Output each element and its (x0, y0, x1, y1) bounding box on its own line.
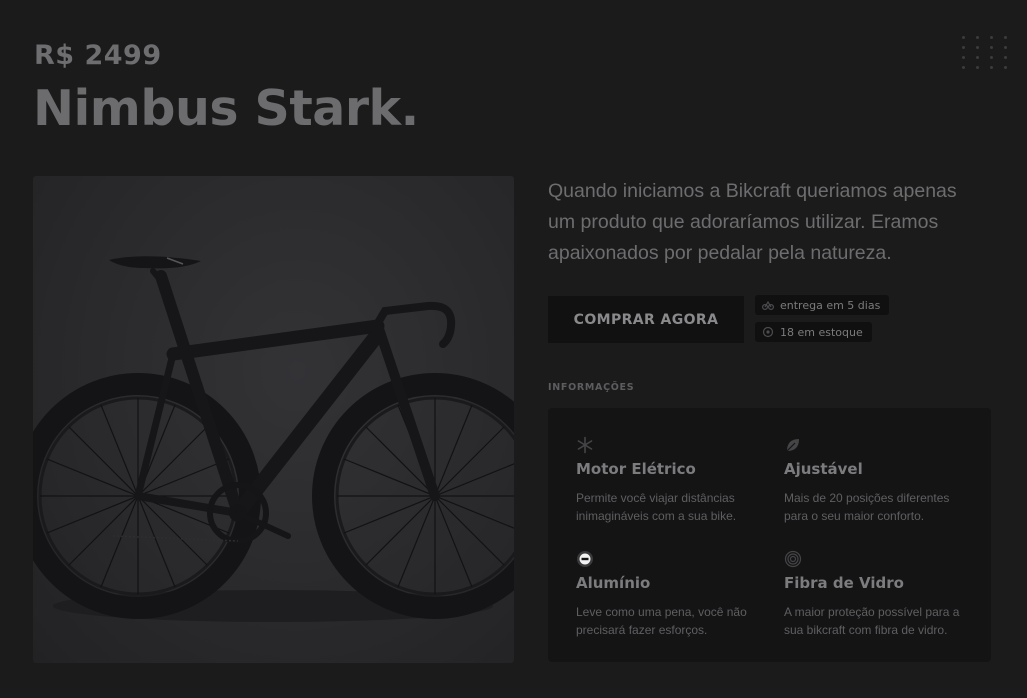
delivery-text: entrega em 5 dias (780, 298, 881, 312)
stock-icon (762, 326, 774, 338)
stock-badge: 18 em estoque (755, 322, 872, 342)
product-price: R$ 2499 (34, 40, 162, 71)
bicycle-illustration (33, 256, 514, 622)
feature-text: Mais de 20 posições diferentes para o se… (784, 491, 950, 523)
feature-adjustable: Ajustável Mais de 20 posições diferentes… (784, 436, 974, 525)
feature-title: Alumínio (576, 574, 651, 592)
feature-title: Ajustável (784, 460, 863, 478)
delivery-badge: entrega em 5 dias (755, 295, 890, 315)
feature-motor: Motor Elétrico Permite você viajar distâ… (576, 436, 766, 525)
product-photo (33, 176, 514, 663)
feature-text: A maior proteção possível para a sua bik… (784, 605, 960, 637)
feature-text: Permite você viajar distâncias inimaginá… (576, 491, 737, 523)
aluminum-icon (577, 551, 593, 567)
decorative-dot-grid (962, 36, 1008, 69)
stock-text: 18 em estoque (780, 325, 863, 339)
feature-title: Motor Elétrico (576, 460, 696, 478)
feature-text: Leve como uma pena, você não precisará f… (576, 605, 747, 637)
info-panel: Motor Elétrico Permite você viajar distâ… (548, 408, 991, 662)
feature-fiberglass: Fibra de Vidro A maior proteção possível… (784, 550, 974, 639)
info-section-label: INFORMAÇÕES (548, 382, 635, 393)
bike-delivery-icon (762, 299, 774, 311)
buy-now-button[interactable]: COMPRAR AGORA (548, 296, 744, 343)
feature-aluminum: Alumínio Leve como uma pena, você não pr… (576, 550, 766, 639)
snowflake-icon (577, 436, 593, 454)
product-title: Nimbus Stark. (33, 80, 419, 137)
product-description: Quando iniciamos a Bikcraft queriamos ap… (548, 180, 957, 264)
leaf-icon (786, 439, 799, 452)
feature-title: Fibra de Vidro (784, 574, 904, 592)
fingerprint-icon (784, 550, 802, 568)
